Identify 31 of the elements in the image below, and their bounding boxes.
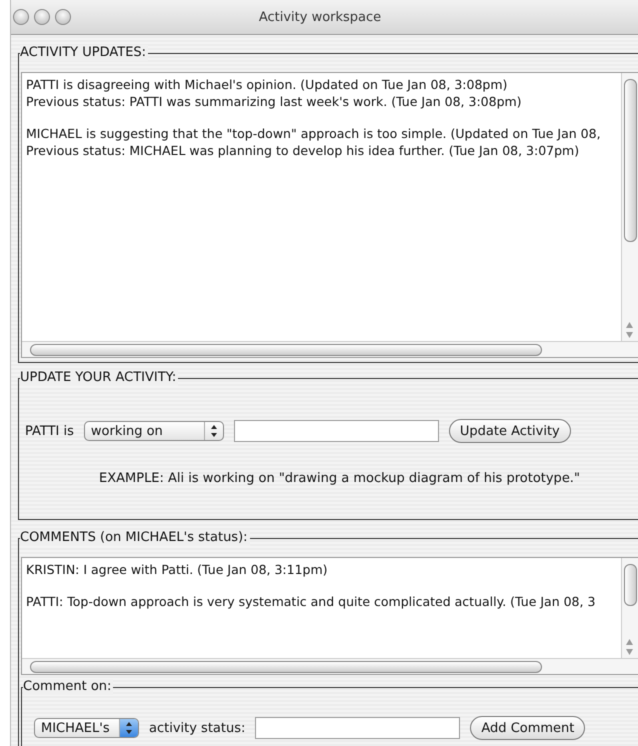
vertical-scrollbar[interactable]	[621, 558, 638, 659]
add-comment-button[interactable]: Add Comment	[470, 716, 586, 740]
window-title: Activity workspace	[258, 10, 382, 24]
group-label: ACTIVITY UPDATES:	[20, 45, 148, 61]
log-line: Previous status: PATTI was summarizing last week's work. (Tue Jan 08, 3:08pm)	[26, 93, 523, 110]
stepper-arrows-icon	[210, 424, 218, 438]
comment-line: KRISTIN: I agree with Patti. (Tue Jan 08, 3:11pm)	[26, 561, 329, 578]
status-label: activity status:	[149, 720, 246, 736]
group-label: COMMENTS (on MICHAEL's status):	[20, 530, 250, 546]
log-line: Previous status: MICHAEL was planning to develop his idea further. (Tue Jan 08, 3:07pm)	[26, 142, 580, 159]
subject-label: PATTI is	[25, 424, 74, 438]
log-line: MICHAEL is suggesting that the "top-down" approach is too simple. (Updated on Tue Jan 08,	[26, 125, 602, 142]
verb-dropdown[interactable]: working on	[84, 421, 224, 441]
vertical-scrollbar[interactable]	[621, 73, 638, 342]
activity-input[interactable]	[234, 420, 439, 442]
scroll-arrows-icon[interactable]	[625, 637, 634, 657]
example-text: EXAMPLE: Ali is working on "drawing a mockup diagram of his prototype."	[99, 471, 581, 486]
minimize-button[interactable]	[34, 9, 50, 25]
update-activity-button[interactable]: Update Activity	[448, 419, 571, 443]
group-label: UPDATE YOUR ACTIVITY:	[20, 370, 178, 386]
comment-line: PATTI: Top-down approach is very systematic and quite complicated actually. (Tue Jan 08, 3	[26, 593, 596, 610]
close-button[interactable]	[13, 9, 29, 25]
horizontal-scrollbar[interactable]	[22, 658, 638, 674]
stepper-arrows-icon	[125, 721, 133, 735]
zoom-button[interactable]	[55, 9, 71, 25]
horizontal-scrollbar[interactable]	[22, 341, 638, 357]
target-dropdown[interactable]: MICHAEL's	[34, 718, 139, 738]
group-label: Comment on:	[23, 679, 114, 695]
comment-input[interactable]	[255, 717, 460, 739]
log-line: PATTI is disagreeing with Michael's opinion. (Updated on Tue Jan 08, 3:08pm)	[26, 76, 508, 93]
scroll-arrows-icon[interactable]	[625, 320, 634, 340]
